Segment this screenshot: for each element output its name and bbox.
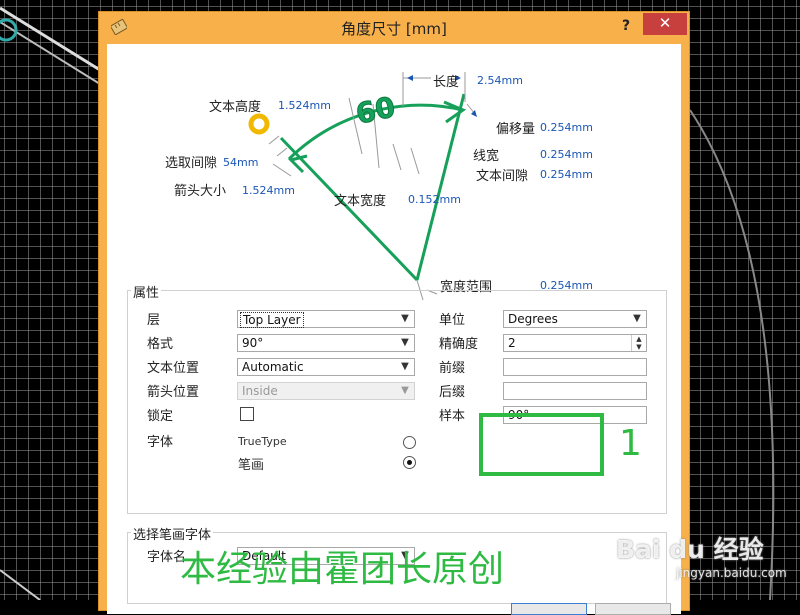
arrow-position-select-value: Inside <box>242 384 278 398</box>
stroke-font-group-title: 选择笔画字体 <box>131 524 214 543</box>
arrow-position-label: 箭头位置 <box>147 385 200 400</box>
watermark-text: 本经验由霍团长原创 <box>180 549 505 590</box>
unit-label: 单位 <box>439 313 466 328</box>
font-truetype-label: TrueType <box>238 435 287 448</box>
text-width-value: 0.152mm <box>408 193 461 206</box>
cancel-button[interactable] <box>595 603 671 615</box>
reference-point-icon <box>248 113 270 135</box>
format-select[interactable]: 90° ▼ <box>237 334 415 352</box>
spin-up-icon[interactable]: ▲ <box>632 335 646 343</box>
lock-label: 锁定 <box>147 409 174 424</box>
chevron-down-icon: ▼ <box>401 337 409 348</box>
properties-group-title: 属性 <box>131 282 162 301</box>
line-width-label: 线宽 <box>473 149 500 164</box>
sample-label: 样本 <box>439 409 466 424</box>
title-bar[interactable]: 角度尺寸 [mm] ? ✕ <box>99 12 689 44</box>
text-position-select[interactable]: Automatic ▼ <box>237 358 415 376</box>
length-label: 长度 <box>433 75 460 90</box>
pick-gap-value: 54mm <box>223 156 259 169</box>
text-height-label: 文本高度 <box>209 100 262 115</box>
chevron-down-icon: ▼ <box>401 313 409 324</box>
spin-down-icon[interactable]: ▼ <box>632 343 646 351</box>
format-label: 格式 <box>147 337 174 352</box>
chevron-down-icon: ▼ <box>401 385 409 396</box>
layer-select[interactable]: Top Layer ▼ <box>237 310 415 328</box>
arrow-size-value: 1.524mm <box>242 184 295 197</box>
font-stroke-radio[interactable] <box>403 456 416 469</box>
baidu-logo: Bai du 经验 <box>616 535 764 564</box>
layer-label: 层 <box>147 313 161 328</box>
text-position-select-value: Automatic <box>242 360 304 374</box>
precision-label: 精确度 <box>439 337 479 352</box>
baidu-url: jingyan.baidu.com <box>676 566 787 580</box>
line-width-value: 0.254mm <box>540 148 593 161</box>
precision-value: 2 <box>508 336 516 350</box>
arrow-position-select[interactable]: Inside ▼ <box>237 382 415 400</box>
dimension-arm-right <box>415 93 466 281</box>
font-truetype-radio[interactable] <box>403 436 416 449</box>
chevron-down-icon: ▼ <box>401 361 409 372</box>
text-gap-value: 0.254mm <box>540 168 593 181</box>
angular-dimension-diagram <box>248 72 477 301</box>
format-select-value: 90° <box>242 336 264 350</box>
length-value: 2.54mm <box>477 74 523 87</box>
precision-stepper[interactable]: 2 ▲ ▼ <box>503 334 647 352</box>
prefix-label: 前缀 <box>439 361 466 376</box>
angular-dimension-dialog: 角度尺寸 [mm] ? ✕ 60 文本高度 1.524mm 长度 2.54mm … <box>98 11 690 615</box>
offset-label: 偏移量 <box>496 122 536 137</box>
text-height-value: 1.524mm <box>278 99 331 112</box>
annotation-highlight-box <box>479 413 604 476</box>
offset-value: 0.254mm <box>540 121 593 134</box>
spin-buttons[interactable]: ▲ ▼ <box>631 335 646 351</box>
dimension-arm-left <box>279 136 419 282</box>
suffix-label: 后缀 <box>439 385 466 400</box>
text-position-label: 文本位置 <box>147 361 200 376</box>
text-gap-label: 文本间隙 <box>476 169 529 184</box>
unit-select-value: Degrees <box>508 312 558 326</box>
dialog-client-area: 60 文本高度 1.524mm 长度 2.54mm 偏移量 0.254mm 线宽… <box>107 44 681 615</box>
close-button[interactable]: ✕ <box>643 13 687 35</box>
font-stroke-label: 笔画 <box>238 458 265 473</box>
annotation-number: 1 <box>619 423 642 464</box>
arrow-size-label: 箭头大小 <box>174 184 227 199</box>
suffix-input[interactable] <box>503 382 647 400</box>
lock-checkbox[interactable] <box>240 407 254 421</box>
help-button[interactable]: ? <box>617 15 635 37</box>
ok-button[interactable] <box>511 603 587 615</box>
unit-select[interactable]: Degrees ▼ <box>503 310 647 328</box>
window-title: 角度尺寸 [mm] <box>341 20 447 38</box>
text-width-label: 文本宽度 <box>334 194 387 209</box>
layer-select-value: Top Layer <box>240 312 304 328</box>
chevron-down-icon: ▼ <box>633 313 641 324</box>
pick-gap-label: 选取间隙 <box>165 156 218 171</box>
font-label: 字体 <box>147 435 174 450</box>
prefix-input[interactable] <box>503 358 647 376</box>
